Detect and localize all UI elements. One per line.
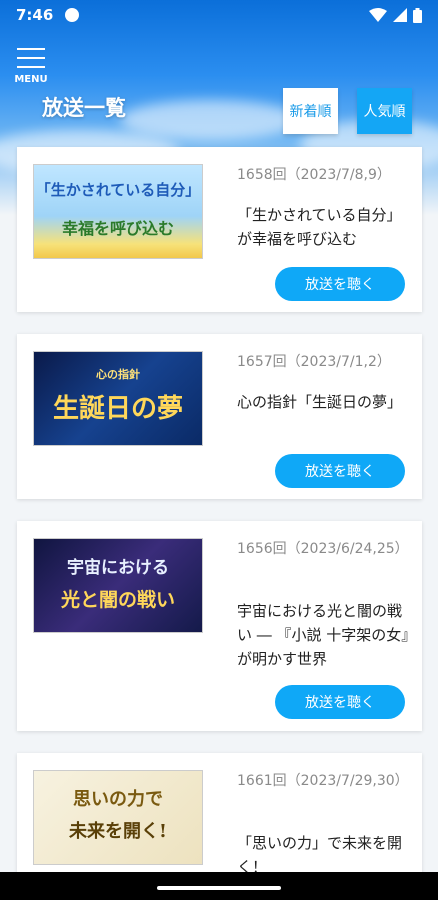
episode-title: 宇宙における光と闇の戦い ― 『小説 十字架の女』が明かす世界 xyxy=(237,602,409,668)
listen-button[interactable]: 放送を聴く xyxy=(275,267,405,301)
hamburger-icon-bar xyxy=(17,66,45,68)
episode-number: 1658回（2023/7/8,9） xyxy=(237,167,391,183)
episode-thumbnail[interactable]: 「生かされている自分」 幸福を呼び込む xyxy=(33,164,203,259)
app-header: MENU 放送一覧 新着順 人気順 xyxy=(0,30,438,140)
thumbnail-subcaption: 光と闇の戦い xyxy=(60,589,175,611)
episode-card[interactable]: 「生かされている自分」 幸福を呼び込む 1658回（2023/7/8,9） 「生… xyxy=(17,147,422,312)
sort-newest-button[interactable]: 新着順 xyxy=(283,88,338,134)
status-bar: 7:46 xyxy=(0,0,438,30)
page-title: 放送一覧 xyxy=(42,96,126,120)
status-time: 7:46 xyxy=(16,6,54,24)
hamburger-icon-bar xyxy=(17,57,45,59)
thumbnail-caption: 「生かされている自分」 xyxy=(35,181,201,199)
episode-card[interactable]: 宇宙における 光と闇の戦い 1656回（2023/6/24,25） 宇宙における… xyxy=(17,521,422,731)
system-navigation-bar xyxy=(0,872,438,900)
notification-icon xyxy=(65,8,80,22)
menu-button[interactable]: MENU xyxy=(14,48,48,85)
episode-thumbnail[interactable]: 心の指針 生誕日の夢 xyxy=(33,351,203,446)
episode-number: 1656回（2023/6/24,25） xyxy=(237,541,409,557)
episode-number: 1661回（2023/7/29,30） xyxy=(237,773,409,789)
thumbnail-subcaption: 心の指針 xyxy=(96,368,140,381)
episode-thumbnail[interactable]: 宇宙における 光と闇の戦い xyxy=(33,538,203,633)
thumbnail-caption: 思いの力で xyxy=(73,789,163,810)
signal-icon xyxy=(393,8,407,22)
episode-title: 「生かされている自分」が幸福を呼び込む xyxy=(237,206,402,248)
thumbnail-caption: 宇宙における xyxy=(67,558,169,578)
thumbnail-subcaption: 未来を開く! xyxy=(69,821,167,842)
home-gesture-handle[interactable] xyxy=(157,886,281,890)
episode-title: 心の指針「生誕日の夢」 xyxy=(237,393,403,411)
thumbnail-caption: 生誕日の夢 xyxy=(52,394,183,424)
sort-popular-button[interactable]: 人気順 xyxy=(357,88,412,134)
episode-card[interactable]: 心の指針 生誕日の夢 1657回（2023/7/1,2） 心の指針「生誕日の夢」… xyxy=(17,334,422,499)
thumbnail-subcaption: 幸福を呼び込む xyxy=(61,219,174,238)
battery-icon xyxy=(413,7,422,23)
episode-thumbnail[interactable]: 思いの力で 未来を開く! xyxy=(33,770,203,865)
menu-label: MENU xyxy=(14,74,48,85)
listen-button[interactable]: 放送を聴く xyxy=(275,685,405,719)
episode-number: 1657回（2023/7/1,2） xyxy=(237,354,391,370)
hamburger-icon xyxy=(17,48,45,50)
wifi-icon xyxy=(369,8,387,22)
listen-button[interactable]: 放送を聴く xyxy=(275,454,405,488)
